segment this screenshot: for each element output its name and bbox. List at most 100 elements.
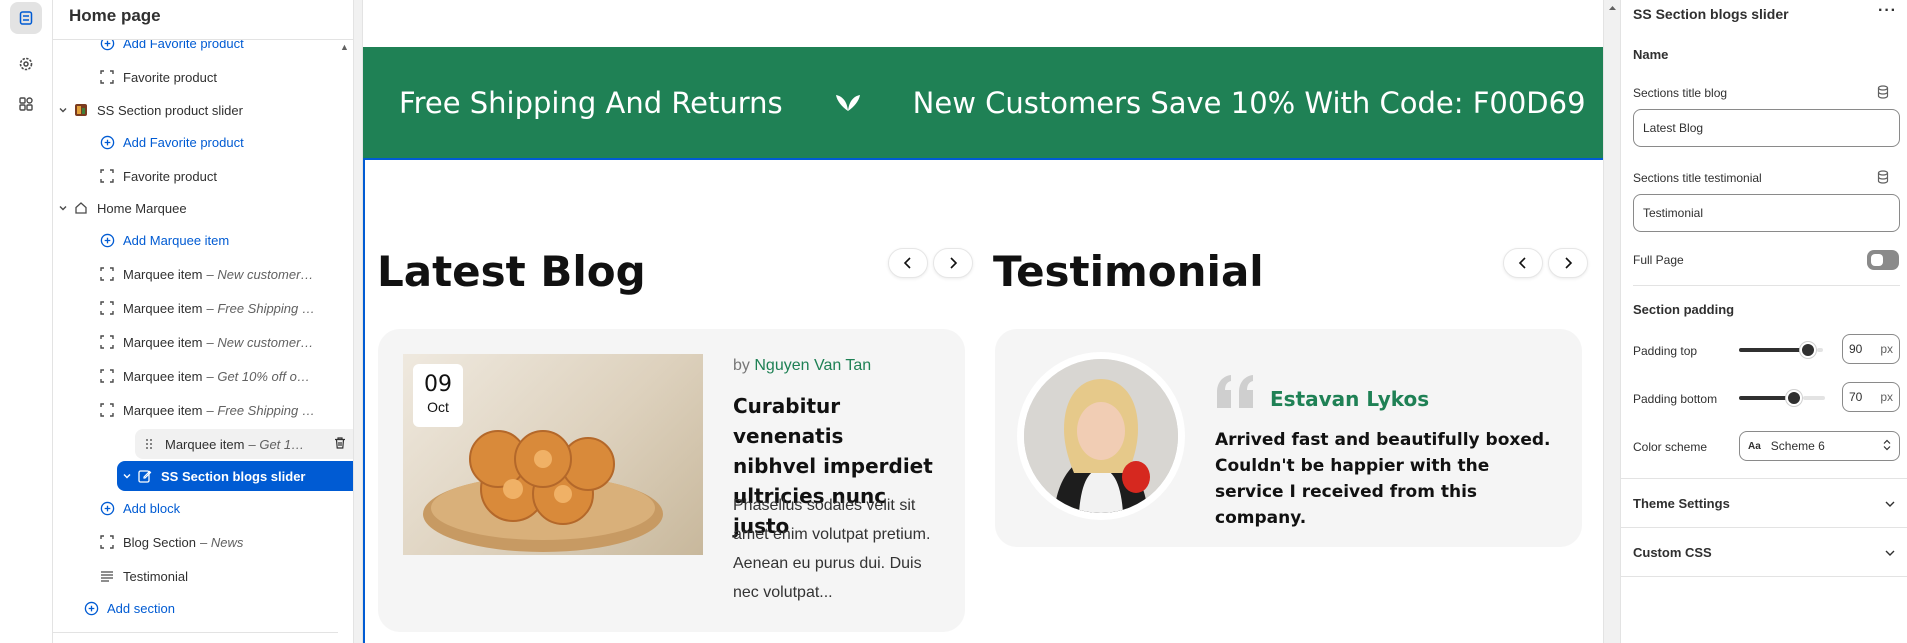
dynamic-source-icon[interactable] <box>1877 170 1889 189</box>
divider <box>1621 576 1907 577</box>
row-label: Marquee item <box>123 402 203 418</box>
row-sublabel: – New customers ... <box>206 334 317 350</box>
padding-bottom-label: Padding bottom <box>1633 392 1718 406</box>
padding-top-input[interactable]: 90 px <box>1842 334 1900 364</box>
tree-block-favorite-product[interactable]: Favorite product <box>81 161 353 191</box>
dynamic-source-icon[interactable] <box>1877 85 1889 104</box>
row-label: Marquee item <box>165 436 245 452</box>
tree-block-marquee-item[interactable]: Marquee item – Get 10% off on s... <box>81 361 353 391</box>
blog-author[interactable]: Nguyen Van Tan <box>754 357 871 374</box>
custom-css-label: Custom CSS <box>1633 544 1712 560</box>
add-favorite-product-button[interactable]: Add Favorite product <box>81 127 353 157</box>
sections-nav-button[interactable] <box>10 2 42 34</box>
block-frame-icon <box>99 534 115 550</box>
blog-card[interactable]: 09 Oct by Nguyen Van Tan Curabitur venen… <box>378 329 965 632</box>
full-page-toggle[interactable] <box>1867 250 1899 270</box>
plus-circle-icon <box>99 134 115 150</box>
tree-block-favorite-product[interactable]: Favorite product <box>81 62 353 92</box>
marquee-text: Free Shipping And Returns <box>399 85 783 120</box>
blog-byline: by Nguyen Van Tan <box>733 357 871 375</box>
preview-scrollbar[interactable] <box>1605 0 1620 643</box>
apps-nav-button[interactable] <box>10 88 42 120</box>
testimonial-prev-button[interactable] <box>1503 248 1543 278</box>
color-scheme-select[interactable]: Aa Scheme 6 <box>1739 431 1900 461</box>
text-lines-icon <box>99 568 115 584</box>
testimonial-text: Arrived fast and beautifully boxed. Coul… <box>1215 430 1551 528</box>
blog-title-input[interactable]: Latest Blog <box>1633 109 1900 147</box>
block-frame-icon <box>99 168 115 184</box>
padding-top-slider-fill[interactable] <box>1739 348 1807 352</box>
chevron-down-icon <box>1884 496 1896 511</box>
testimonial-title-input[interactable]: Testimonial <box>1633 194 1900 232</box>
row-sublabel: – New customers ... <box>206 266 317 282</box>
blog-image[interactable]: 09 Oct <box>403 354 703 555</box>
tree-block-blog-section[interactable]: Blog Section – News <box>81 527 353 557</box>
gear-icon <box>19 57 33 71</box>
font-aa-icon: Aa <box>1748 440 1761 452</box>
padding-bottom-slider-rest[interactable] <box>1803 396 1825 400</box>
padding-top-slider-rest[interactable] <box>1817 348 1823 352</box>
tree-block-testimonial[interactable]: Testimonial <box>81 561 353 591</box>
block-frame-icon <box>99 300 115 316</box>
row-label: Blog Section <box>123 534 196 550</box>
testimonial-title-label: Sections title testimonial <box>1633 171 1762 185</box>
icon-rail <box>0 0 53 643</box>
full-page-label: Full Page <box>1633 253 1684 267</box>
block-frame-icon <box>99 368 115 384</box>
marquee-bar: Free Shipping And Returns New Customers … <box>363 47 1603 158</box>
edit-section-icon <box>137 468 153 484</box>
row-label: SS Section product slider <box>97 102 243 118</box>
block-frame-icon <box>99 334 115 350</box>
chevron-down-icon[interactable] <box>119 471 135 481</box>
padding-bottom-value: 70 <box>1849 390 1863 404</box>
scroll-up-icon[interactable] <box>1605 2 1620 14</box>
chevron-down-icon[interactable] <box>55 105 71 115</box>
section-tree-panel: Add Favorite product Favorite product SS… <box>53 0 354 643</box>
drag-handle-icon[interactable] <box>141 436 157 452</box>
scroll-up-icon[interactable]: ▲ <box>340 42 349 52</box>
row-sublabel: – Get 10% off on s... <box>206 368 317 384</box>
padding-top-slider-thumb[interactable] <box>1800 342 1816 358</box>
settings-panel: SS Section blogs slider ··· Name Section… <box>1620 0 1907 643</box>
delete-icon[interactable] <box>333 436 347 453</box>
more-actions-icon[interactable]: ··· <box>1878 2 1897 20</box>
padding-bottom-slider-thumb[interactable] <box>1786 390 1802 406</box>
tree-section-product-slider[interactable]: SS Section product slider <box>55 95 353 125</box>
tree-block-marquee-item[interactable]: Marquee item – Free Shipping a... <box>81 293 353 323</box>
page-title: Home page <box>69 6 161 25</box>
date-day: 09 <box>424 372 452 397</box>
blog-next-button[interactable] <box>933 248 973 278</box>
apps-icon <box>19 97 33 111</box>
sections-icon <box>19 11 33 25</box>
tree-block-marquee-item[interactable]: Marquee item – Get 10... <box>135 429 353 459</box>
tree-block-marquee-item[interactable]: Marquee item – New customers ... <box>81 259 353 289</box>
padding-bottom-slider-fill[interactable] <box>1739 396 1793 400</box>
theme-settings-nav-button[interactable] <box>10 48 42 80</box>
custom-css-collapsible[interactable]: Custom CSS <box>1621 528 1907 576</box>
padding-bottom-input[interactable]: 70 px <box>1842 382 1900 412</box>
testimonial-next-button[interactable] <box>1548 248 1588 278</box>
date-month: Oct <box>427 399 449 415</box>
tree-header: Home page <box>53 0 353 40</box>
add-block-button[interactable]: Add block <box>81 493 353 523</box>
date-badge: 09 Oct <box>413 364 463 427</box>
by-label: by <box>733 357 750 374</box>
tree-section-blogs-slider[interactable]: SS Section blogs slider <box>117 461 353 491</box>
marquee-text: New Customers Save 10% With Code: F00D69 <box>912 85 1586 120</box>
row-label: SS Section blogs slider <box>161 468 306 484</box>
divider <box>53 632 338 633</box>
quote-icon <box>1215 374 1257 415</box>
blog-prev-button[interactable] <box>888 248 928 278</box>
leaf-icon <box>833 86 863 120</box>
tree-block-marquee-item[interactable]: Marquee item – New customers ... <box>81 327 353 357</box>
tree-section-home-marquee[interactable]: Home Marquee <box>55 193 353 223</box>
add-marquee-item-button[interactable]: Add Marquee item <box>81 225 353 255</box>
tree-block-marquee-item[interactable]: Marquee item – Free Shipping a... <box>81 395 353 425</box>
add-section-button[interactable]: Add section <box>65 593 353 623</box>
section-padding-heading: Section padding <box>1633 302 1735 317</box>
chevron-down-icon[interactable] <box>55 203 71 213</box>
theme-settings-collapsible[interactable]: Theme Settings <box>1621 479 1907 527</box>
chevron-right-icon <box>1565 257 1573 269</box>
padding-top-label: Padding top <box>1633 344 1698 358</box>
row-label: Marquee item <box>123 368 203 384</box>
